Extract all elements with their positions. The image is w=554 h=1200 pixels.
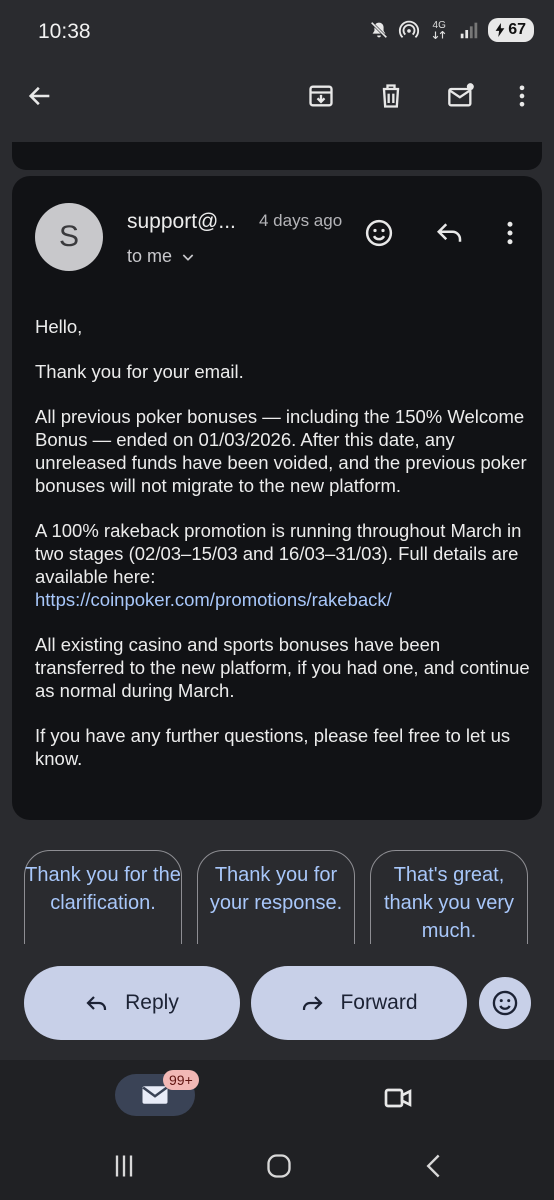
more-vert-icon bbox=[507, 221, 513, 245]
smart-reply-chip[interactable]: Thank you for your response. bbox=[197, 850, 355, 944]
back-chevron-icon bbox=[426, 1154, 440, 1178]
video-camera-icon bbox=[384, 1088, 412, 1108]
collapsed-messages-strip bbox=[12, 142, 542, 170]
network-label: 4G bbox=[432, 20, 446, 31]
message-body: Hello, Thank you for your email. All pre… bbox=[35, 315, 530, 792]
archive-icon bbox=[309, 85, 333, 107]
body-paragraph-4: All existing casino and sports bonuses h… bbox=[35, 634, 530, 701]
mute-icon bbox=[368, 19, 390, 41]
email-toolbar bbox=[0, 62, 554, 142]
forward-button[interactable]: Forward bbox=[251, 966, 467, 1040]
chevron-down-icon bbox=[182, 253, 194, 261]
reply-button[interactable]: Reply bbox=[24, 966, 240, 1040]
smart-replies: Thank you for the clarification. Thank y… bbox=[0, 850, 554, 944]
emoji-icon bbox=[492, 990, 518, 1016]
more-options-button[interactable] bbox=[500, 74, 544, 118]
delete-button[interactable] bbox=[369, 74, 413, 118]
message-more-button[interactable] bbox=[490, 213, 530, 253]
nav-meet-tab[interactable] bbox=[378, 1078, 418, 1118]
system-back-button[interactable] bbox=[414, 1146, 454, 1186]
back-button[interactable] bbox=[18, 74, 62, 118]
unread-count-badge: 99+ bbox=[163, 1070, 199, 1090]
body-paragraph-1: Thank you for your email. bbox=[35, 361, 244, 382]
sender-name[interactable]: support@... bbox=[127, 210, 236, 234]
emoji-icon bbox=[365, 219, 393, 247]
emoji-reaction-button[interactable] bbox=[479, 977, 531, 1029]
recipient-label: to me bbox=[127, 246, 173, 266]
battery-charging-icon bbox=[495, 23, 505, 37]
home-icon bbox=[267, 1154, 291, 1178]
delete-icon bbox=[382, 84, 400, 108]
archive-button[interactable] bbox=[299, 74, 343, 118]
status-bar: 10:38 4G 67 bbox=[0, 0, 554, 62]
bottom-navigation: 99+ bbox=[0, 1060, 554, 1130]
sender-avatar[interactable]: S bbox=[35, 203, 103, 271]
body-paragraph-2: All previous poker bonuses — including t… bbox=[35, 406, 527, 496]
forward-icon bbox=[303, 996, 324, 1010]
home-button[interactable] bbox=[259, 1146, 299, 1186]
recent-apps-button[interactable] bbox=[104, 1146, 144, 1186]
body-paragraph-3-text: A 100% rakeback promotion is running thr… bbox=[35, 520, 522, 587]
smart-reply-chip[interactable]: Thank you for the clarification. bbox=[24, 850, 182, 944]
recent-apps-icon bbox=[115, 1155, 133, 1177]
mark-unread-button[interactable] bbox=[439, 74, 483, 118]
action-bar: Reply Forward bbox=[0, 966, 554, 1040]
hotspot-icon bbox=[398, 19, 420, 41]
network-4g-icon: 4G bbox=[428, 19, 450, 41]
rakeback-link[interactable]: https://coinpoker.com/promotions/rakebac… bbox=[35, 589, 392, 610]
smart-reply-chip[interactable]: That's great, thank you very much. bbox=[370, 850, 528, 944]
back-arrow-icon bbox=[28, 86, 50, 106]
body-greeting: Hello, bbox=[35, 316, 83, 337]
mark-unread-icon bbox=[448, 83, 474, 107]
forward-label: Forward bbox=[340, 991, 418, 1014]
recipient-toggle[interactable]: to me bbox=[127, 246, 196, 267]
reply-icon bbox=[436, 223, 462, 242]
battery-level: 67 bbox=[508, 21, 526, 38]
status-time: 10:38 bbox=[38, 20, 91, 43]
react-emoji-button[interactable] bbox=[359, 213, 399, 253]
status-icons: 4G 67 bbox=[368, 18, 534, 42]
reply-label: Reply bbox=[125, 991, 179, 1014]
reply-icon-button[interactable] bbox=[430, 213, 470, 253]
battery-indicator: 67 bbox=[488, 18, 534, 42]
more-vert-icon bbox=[519, 85, 525, 107]
reply-icon bbox=[86, 996, 107, 1010]
body-paragraph-3: A 100% rakeback promotion is running thr… bbox=[35, 519, 530, 611]
message-time: 4 days ago bbox=[259, 211, 343, 230]
message-card: S support@... 4 days ago to me Hello, Th… bbox=[12, 176, 542, 820]
system-navigation bbox=[0, 1130, 554, 1200]
signal-icon bbox=[458, 19, 480, 41]
body-paragraph-5: If you have any further questions, pleas… bbox=[35, 725, 511, 769]
